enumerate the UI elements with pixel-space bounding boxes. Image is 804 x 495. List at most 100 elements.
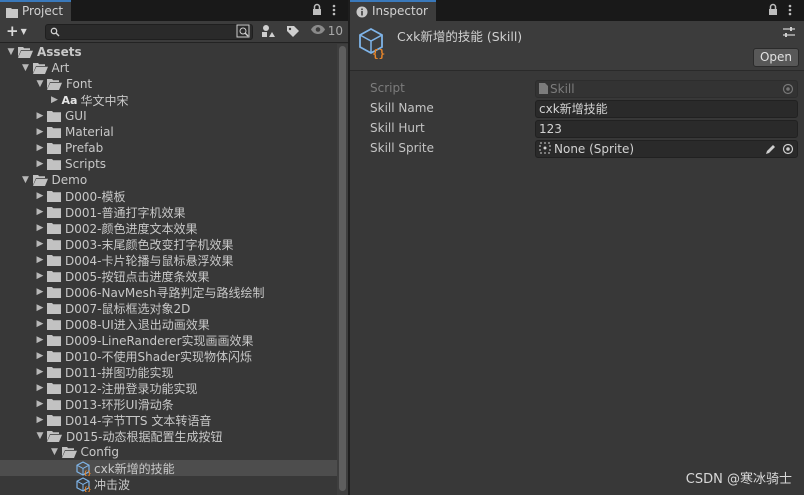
expanded-arrow-icon[interactable]: ▼	[21, 63, 31, 73]
open-button[interactable]: Open	[752, 48, 799, 67]
tree-item[interactable]: ▶ Aa 华文中宋	[0, 92, 337, 108]
tree-item[interactable]: ▶ D006-NavMesh寻路判定与路线绘制	[0, 284, 337, 300]
asset-item[interactable]: {} 冲击波	[0, 476, 337, 492]
kebab-menu-icon[interactable]	[788, 3, 798, 16]
collapsed-arrow-icon[interactable]: ▶	[35, 143, 45, 153]
asset-item[interactable]: {} cxk新增的技能	[0, 460, 337, 476]
search-input[interactable]	[45, 24, 253, 40]
field-label: Script	[370, 81, 405, 95]
collapsed-arrow-icon[interactable]: ▶	[35, 111, 45, 121]
collapsed-arrow-icon[interactable]: ▶	[35, 319, 45, 329]
tree-item-label: GUI	[65, 109, 87, 123]
tree-item[interactable]: ▶ D000-模板	[0, 188, 337, 204]
collapsed-arrow-icon[interactable]: ▶	[35, 351, 45, 361]
scrollbar-thumb[interactable]	[339, 46, 346, 491]
tree-item[interactable]: ▶ D013-环形UI滑动条	[0, 396, 337, 412]
collapsed-arrow-icon[interactable]: ▶	[35, 159, 45, 169]
filter-by-label-icon[interactable]	[285, 23, 305, 40]
tab-project[interactable]: Project	[0, 0, 72, 21]
folder-icon	[47, 142, 61, 154]
tree-item-label: D008-UI进入退出动画效果	[65, 317, 210, 332]
settings-sliders-icon[interactable]	[782, 26, 796, 41]
tree-item[interactable]: ▶ D010-不使用Shader实现物体闪烁	[0, 348, 337, 364]
tree-item[interactable]: ▶ D003-末尾颜色改变打字机效果	[0, 236, 337, 252]
collapsed-arrow-icon[interactable]: ▶	[50, 95, 60, 105]
collapsed-arrow-icon[interactable]: ▶	[35, 255, 45, 265]
tree-item[interactable]: ▶ D004-卡片轮播与鼠标悬浮效果	[0, 252, 337, 268]
tree-item-label: D011-拼图功能实现	[65, 365, 174, 380]
tree-item-label: Material	[65, 125, 114, 139]
collapsed-arrow-icon[interactable]: ▶	[35, 239, 45, 249]
script-reference-field: Skill	[535, 80, 798, 98]
tree-item-label: Config	[80, 445, 120, 459]
tree-item[interactable]: ▶ D011-拼图功能实现	[0, 364, 337, 380]
project-panel: Project + ▼ 10 ▼ Assets ▼ Art ▼ Font ▶ A…	[0, 0, 348, 495]
hidden-packages-toggle[interactable]: 10	[310, 24, 343, 38]
tree-item[interactable]: ▶ D012-注册登录功能实现	[0, 380, 337, 396]
expanded-arrow-icon[interactable]: ▼	[50, 447, 60, 457]
tree-item[interactable]: ▼ D015-动态根据配置生成按钮	[0, 428, 337, 444]
folder-open-icon	[32, 62, 48, 74]
tree-item[interactable]: ▶ Prefab	[0, 140, 337, 156]
tree-item-label: Demo	[51, 173, 88, 187]
folder-icon	[47, 302, 61, 314]
lock-icon[interactable]	[312, 3, 322, 16]
filter-by-type-icon[interactable]	[260, 23, 280, 40]
field-value-input[interactable]: None (Sprite)	[535, 140, 798, 158]
expanded-arrow-icon[interactable]: ▼	[35, 79, 45, 89]
tab-inspector[interactable]: Inspector	[350, 0, 436, 21]
collapsed-arrow-icon[interactable]: ▶	[35, 191, 45, 201]
object-picker-icon[interactable]	[782, 143, 794, 159]
folder-icon	[47, 414, 61, 426]
field-value-input[interactable]: cxk新增技能	[535, 100, 798, 118]
folder-icon	[47, 238, 61, 250]
create-button[interactable]: + ▼	[6, 23, 27, 40]
expanded-arrow-icon[interactable]: ▼	[6, 47, 16, 57]
field-script: Script Skill	[370, 80, 804, 98]
collapsed-arrow-icon[interactable]: ▶	[35, 367, 45, 377]
collapsed-arrow-icon[interactable]: ▶	[35, 335, 45, 345]
collapsed-arrow-icon[interactable]: ▶	[35, 223, 45, 233]
tab-project-label: Project	[22, 4, 64, 18]
tree-item[interactable]: ▶ Material	[0, 124, 337, 140]
lock-icon[interactable]	[768, 3, 778, 16]
tree-item[interactable]: ▶ D014-字节TTS 文本转语音	[0, 412, 337, 428]
tree-item[interactable]: ▶ D007-鼠标框选对象2D	[0, 300, 337, 316]
collapsed-arrow-icon[interactable]: ▶	[35, 399, 45, 409]
tree-item[interactable]: ▶ D005-按钮点击进度条效果	[0, 268, 337, 284]
expanded-arrow-icon[interactable]: ▼	[35, 431, 45, 441]
collapsed-arrow-icon[interactable]: ▶	[35, 383, 45, 393]
tree-item[interactable]: ▶ D001-普通打字机效果	[0, 204, 337, 220]
tree-item[interactable]: ▼ Font	[0, 76, 337, 92]
scriptable-object-icon: {}	[76, 476, 91, 492]
tab-inspector-label: Inspector	[372, 4, 428, 18]
tree-item[interactable]: ▼ Demo	[0, 172, 337, 188]
tree-item[interactable]: ▶ D009-LineRanderer实现画画效果	[0, 332, 337, 348]
collapsed-arrow-icon[interactable]: ▶	[35, 303, 45, 313]
tree-item-label: D007-鼠标框选对象2D	[65, 301, 191, 316]
tree-item[interactable]: ▶ GUI	[0, 108, 337, 124]
collapsed-arrow-icon[interactable]: ▶	[35, 207, 45, 217]
hidden-count: 10	[327, 24, 343, 38]
tree-item[interactable]: ▶ D002-颜色进度文本效果	[0, 220, 337, 236]
collapsed-arrow-icon[interactable]: ▶	[35, 271, 45, 281]
field-value-input[interactable]: 123	[535, 120, 798, 138]
tree-item[interactable]: ▼ Config	[0, 444, 337, 460]
tree-item[interactable]: ▼ Art	[0, 60, 337, 76]
object-picker-icon[interactable]	[782, 83, 794, 99]
tree-item[interactable]: ▼ Assets	[0, 44, 337, 60]
tree-item[interactable]: ▶ D008-UI进入退出动画效果	[0, 316, 337, 332]
edit-pencil-icon[interactable]	[765, 143, 777, 159]
collapsed-arrow-icon[interactable]: ▶	[35, 287, 45, 297]
tree-item-label: D012-注册登录功能实现	[65, 381, 198, 396]
kebab-menu-icon[interactable]	[332, 3, 342, 16]
collapsed-arrow-icon[interactable]: ▶	[35, 127, 45, 137]
folder-icon	[47, 398, 61, 410]
folder-icon	[47, 286, 61, 298]
expanded-arrow-icon[interactable]: ▼	[21, 175, 31, 185]
project-scrollbar[interactable]	[337, 44, 348, 495]
tree-item-label: D010-不使用Shader实现物体闪烁	[65, 349, 252, 364]
collapsed-arrow-icon[interactable]: ▶	[35, 415, 45, 425]
tree-item[interactable]: ▶ Scripts	[0, 156, 337, 172]
search-by-type-button[interactable]	[236, 23, 256, 40]
